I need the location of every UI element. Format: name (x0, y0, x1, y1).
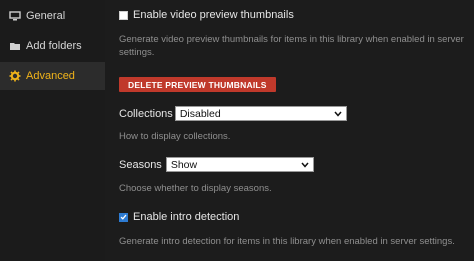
seasons-value: Show (170, 158, 198, 171)
sidebar-item-general[interactable]: General (0, 2, 105, 30)
seasons-label: Seasons (119, 158, 162, 171)
chevron-down-icon (334, 108, 342, 120)
checkmark-icon (120, 214, 127, 220)
monitor-icon (8, 9, 22, 23)
video-preview-row: Enable video preview thumbnails (119, 9, 294, 21)
sidebar-item-label: Advanced (26, 70, 75, 82)
intro-detection-row: Enable intro detection (119, 211, 239, 223)
sidebar-item-advanced[interactable]: Advanced (0, 62, 105, 90)
sidebar-item-add-folders[interactable]: Add folders (0, 32, 105, 60)
collections-description: How to display collections. (119, 131, 231, 142)
intro-detection-checkbox[interactable] (119, 212, 128, 222)
collections-label: Collections (119, 107, 173, 120)
collections-value: Disabled (179, 107, 221, 120)
settings-panel: Enable video preview thumbnails Generate… (105, 0, 474, 261)
folder-icon (8, 39, 22, 53)
video-preview-description: Generate video preview thumbnails for it… (119, 34, 464, 58)
seasons-row: Seasons Show (119, 157, 314, 172)
video-preview-label: Enable video preview thumbnails (133, 9, 294, 21)
intro-detection-description: Generate intro detection for items in th… (119, 236, 455, 247)
sidebar: General Add folders Advanced (0, 0, 105, 261)
intro-detection-label: Enable intro detection (133, 211, 240, 223)
video-preview-checkbox[interactable] (119, 10, 128, 20)
collections-select[interactable]: Disabled (174, 106, 347, 121)
seasons-select[interactable]: Show (165, 157, 314, 172)
collections-row: Collections Disabled (119, 106, 347, 121)
seasons-description: Choose whether to display seasons. (119, 183, 272, 194)
delete-preview-thumbnails-button[interactable]: DELETE PREVIEW THUMBNAILS (119, 77, 276, 92)
sidebar-item-label: Add folders (26, 40, 82, 52)
sidebar-item-label: General (26, 10, 66, 22)
gear-icon (8, 69, 22, 83)
chevron-down-icon (301, 159, 309, 171)
